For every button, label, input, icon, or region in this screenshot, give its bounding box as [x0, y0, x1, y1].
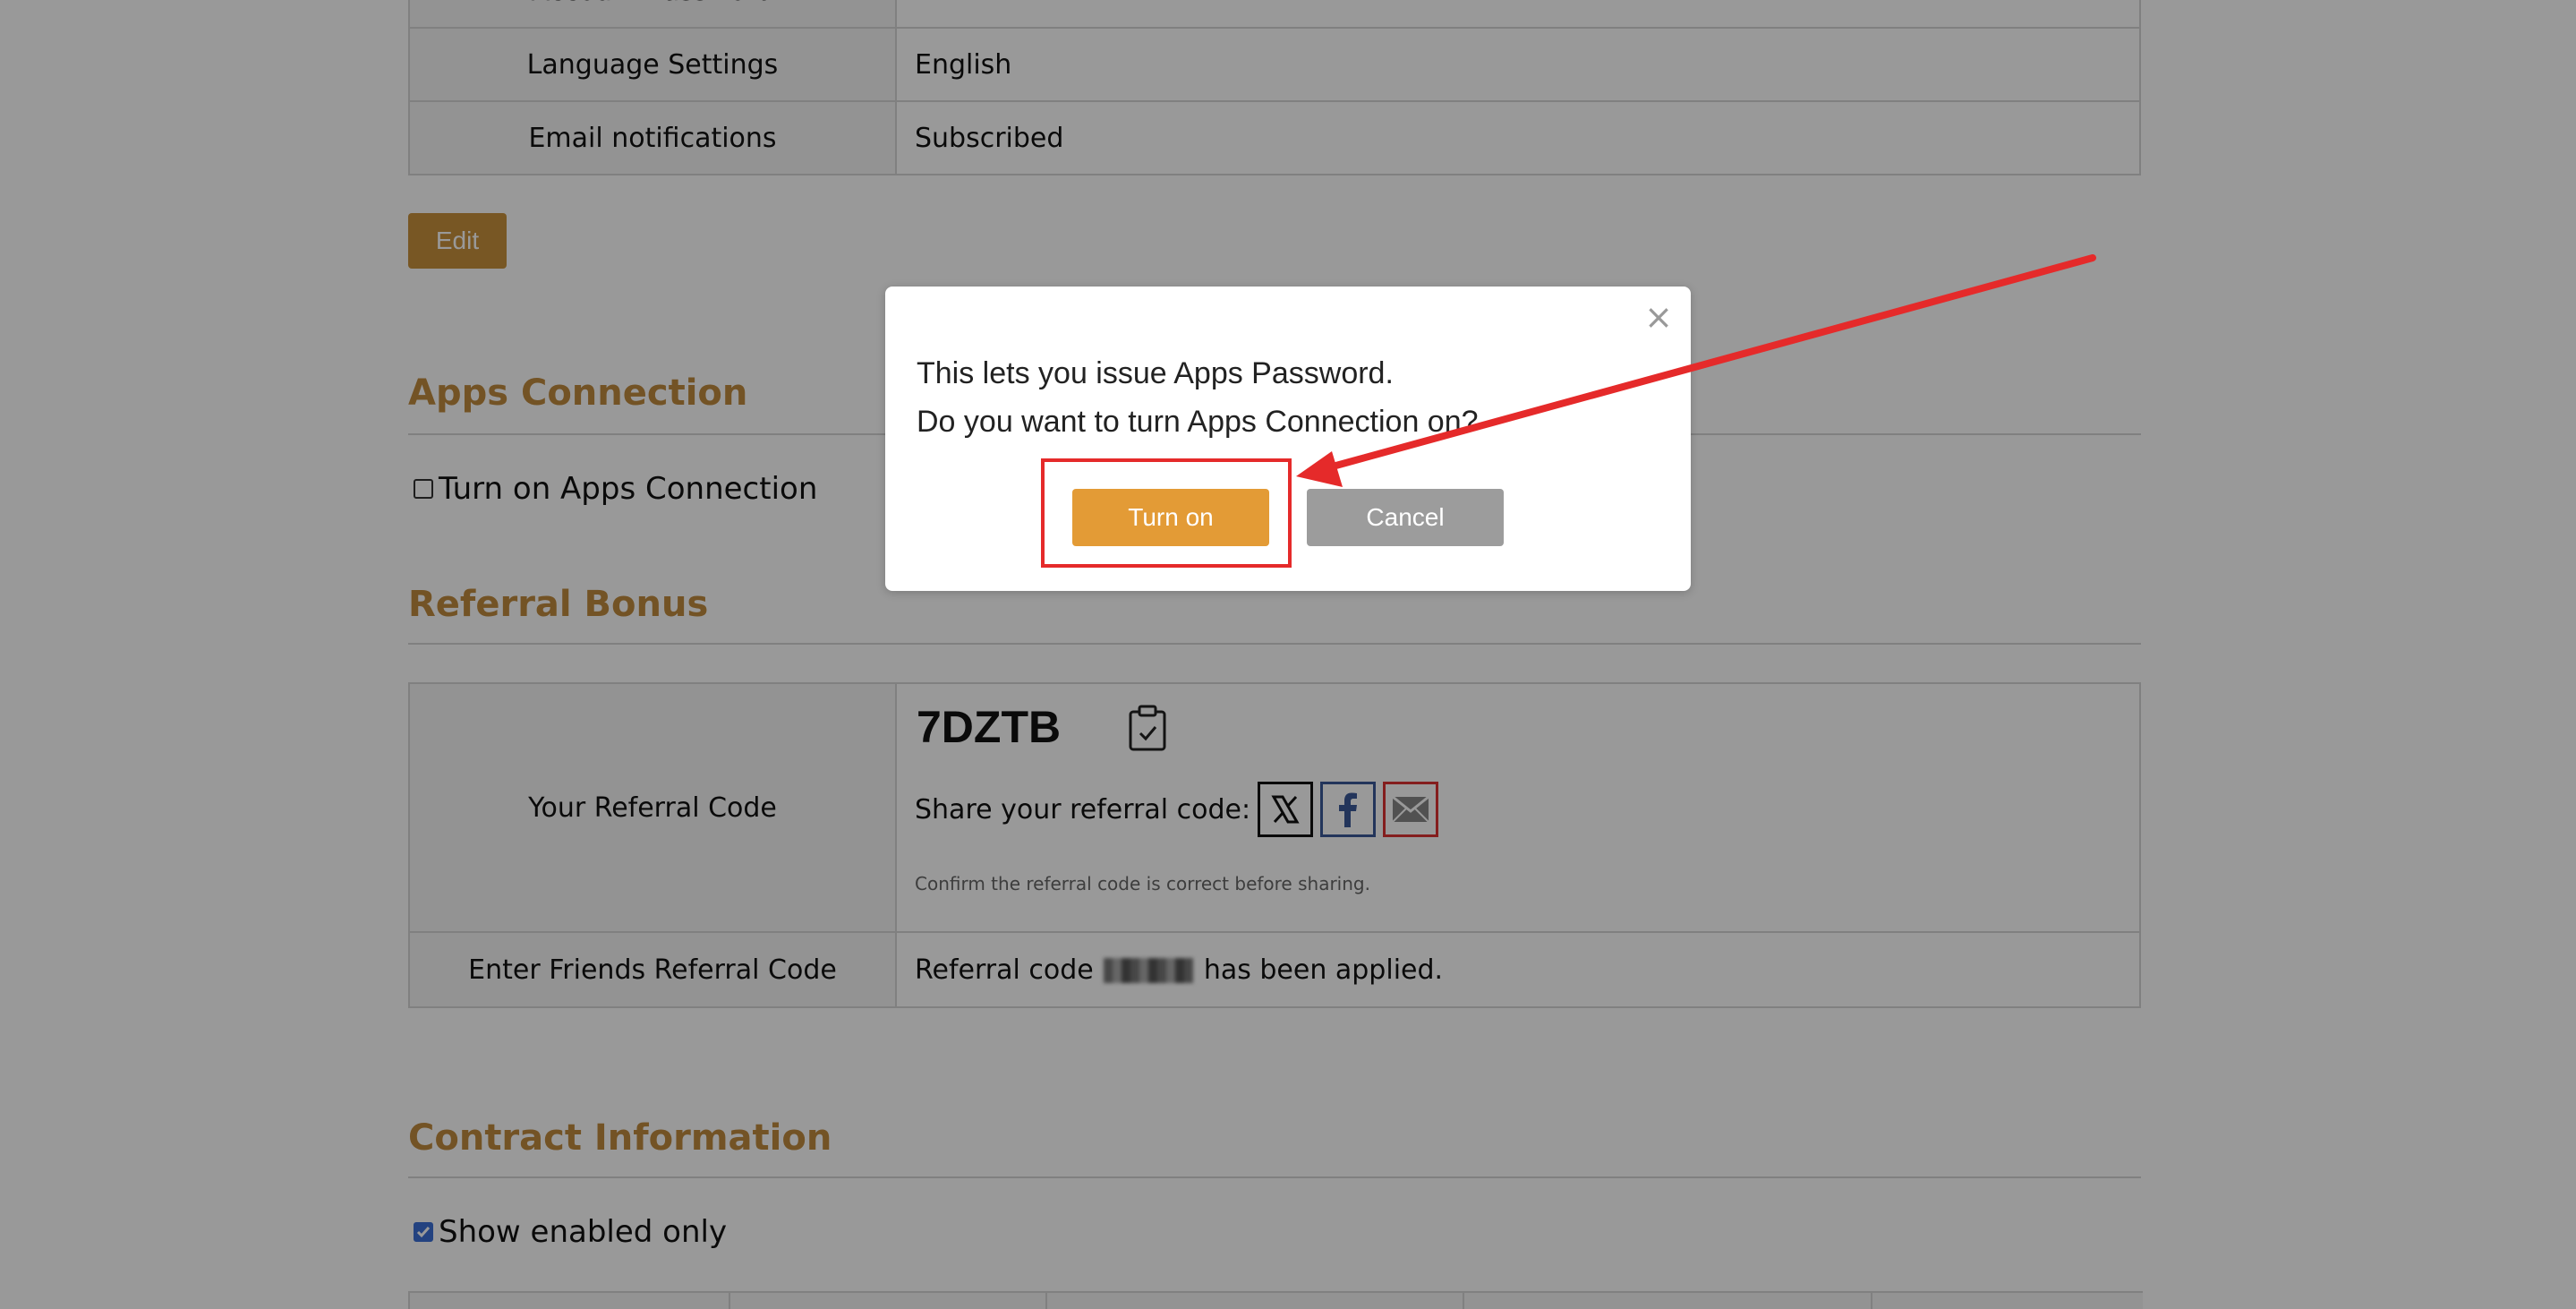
annotation-highlight-box	[1041, 458, 1292, 568]
close-icon[interactable]: ×	[1644, 297, 1673, 337]
dialog-message-line1: This lets you issue Apps Password.	[917, 356, 1394, 390]
cancel-button[interactable]: Cancel	[1307, 489, 1504, 546]
modal-overlay[interactable]	[0, 0, 2576, 1309]
page: Account Password Language Settings Engli…	[0, 0, 2576, 1309]
dialog-message-line2: Do you want to turn Apps Connection on?	[917, 405, 1479, 439]
dialog-message: This lets you issue Apps Password. Do yo…	[917, 349, 1479, 446]
